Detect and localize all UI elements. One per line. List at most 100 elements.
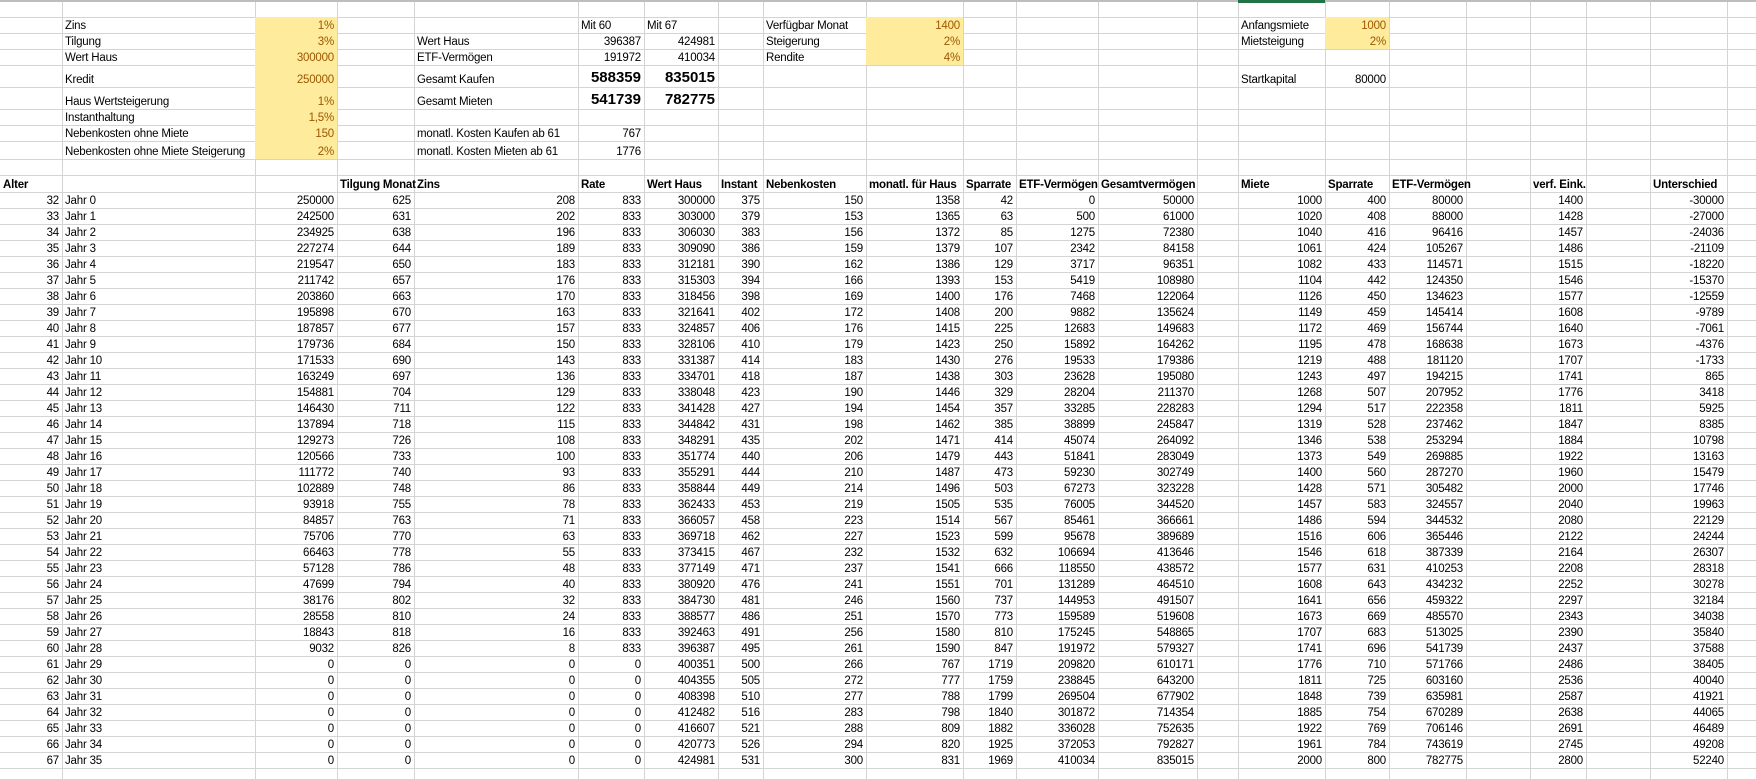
cell-nebenkosten[interactable]: 159: [763, 240, 866, 256]
cell-kredit[interactable]: 0: [255, 736, 337, 752]
cell-nebenkosten[interactable]: 241: [763, 576, 866, 592]
cell-monatl-fuer-haus[interactable]: 1393: [866, 272, 963, 288]
cell-sparrate-kaufen[interactable]: 1969: [963, 752, 1016, 768]
cell-tilgung-monat[interactable]: 740: [337, 464, 414, 480]
cell-verf-eink[interactable]: 2122: [1530, 528, 1586, 544]
cell-etf-vermoegen-kaufen[interactable]: 269504: [1016, 688, 1098, 704]
cell-sparrate-mieten[interactable]: 528: [1325, 416, 1389, 432]
cell-miete[interactable]: 1641: [1238, 592, 1325, 608]
cell-sparrate-kaufen[interactable]: 107: [963, 240, 1016, 256]
cell-etf-vermoegen-kaufen[interactable]: 85461: [1016, 512, 1098, 528]
cell-kredit[interactable]: 38176: [255, 592, 337, 608]
cell-unterschied[interactable]: 22129: [1650, 512, 1727, 528]
cell-miete[interactable]: 1885: [1238, 704, 1325, 720]
cell-etf-vermoegen-kaufen[interactable]: 9882: [1016, 304, 1098, 320]
cell-nebenkosten[interactable]: 162: [763, 256, 866, 272]
cell-etf-vermoegen-kaufen[interactable]: 209820: [1016, 656, 1098, 672]
cell-gesamtvermoegen[interactable]: 179386: [1098, 352, 1197, 368]
cell-zins[interactable]: 176: [414, 272, 578, 288]
cell-sparrate-mieten[interactable]: 710: [1325, 656, 1389, 672]
cell-wert-haus[interactable]: 377149: [644, 560, 718, 576]
cell-zins[interactable]: 108: [414, 432, 578, 448]
cell-sparrate-mieten[interactable]: 560: [1325, 464, 1389, 480]
cell-kredit[interactable]: 0: [255, 688, 337, 704]
cell-verf-eink[interactable]: 1608: [1530, 304, 1586, 320]
cell-sparrate-mieten[interactable]: 549: [1325, 448, 1389, 464]
cell-etf-vermoegen-kaufen[interactable]: 3717: [1016, 256, 1098, 272]
cell-wert-haus[interactable]: 420773: [644, 736, 718, 752]
cell-nebenkosten[interactable]: 210: [763, 464, 866, 480]
summary-gesamt-kaufen-60[interactable]: 588359: [578, 65, 644, 87]
cell-monatl-fuer-haus[interactable]: 1560: [866, 592, 963, 608]
cell-unterschied[interactable]: 28318: [1650, 560, 1727, 576]
cell-rate[interactable]: 833: [578, 464, 644, 480]
cell-miete[interactable]: 1126: [1238, 288, 1325, 304]
cell-tilgung-monat[interactable]: 684: [337, 336, 414, 352]
cell-miete[interactable]: 1040: [1238, 224, 1325, 240]
cell-monatl-fuer-haus[interactable]: 1365: [866, 208, 963, 224]
cell-sparrate-kaufen[interactable]: 329: [963, 384, 1016, 400]
cell-alter[interactable]: 64: [0, 704, 62, 720]
cell-sparrate-mieten[interactable]: 683: [1325, 624, 1389, 640]
cell-instant[interactable]: 435: [718, 432, 763, 448]
cell-miete[interactable]: 1961: [1238, 736, 1325, 752]
cell-miete[interactable]: 1268: [1238, 384, 1325, 400]
cell-sparrate-mieten[interactable]: 442: [1325, 272, 1389, 288]
cell-instant[interactable]: 491: [718, 624, 763, 640]
cell-etf-vermoegen-mieten[interactable]: 237462: [1389, 416, 1466, 432]
cell-jahr[interactable]: Jahr 22: [62, 544, 255, 560]
cell-verf-eink[interactable]: 1546: [1530, 272, 1586, 288]
cell-miete[interactable]: 1219: [1238, 352, 1325, 368]
cell-zins[interactable]: 196: [414, 224, 578, 240]
cell-rate[interactable]: 833: [578, 608, 644, 624]
cell-etf-vermoegen-kaufen[interactable]: 28204: [1016, 384, 1098, 400]
cell-zins[interactable]: 115: [414, 416, 578, 432]
cell-sparrate-kaufen[interactable]: 63: [963, 208, 1016, 224]
cell-wert-haus[interactable]: 312181: [644, 256, 718, 272]
cell-sparrate-kaufen[interactable]: 85: [963, 224, 1016, 240]
cell-sparrate-kaufen[interactable]: 632: [963, 544, 1016, 560]
cell-gesamtvermoegen[interactable]: 164262: [1098, 336, 1197, 352]
input-rendite[interactable]: 4%: [866, 49, 963, 65]
cell-verf-eink[interactable]: 1847: [1530, 416, 1586, 432]
cell-gesamtvermoegen[interactable]: 122064: [1098, 288, 1197, 304]
cell-unterschied[interactable]: 24244: [1650, 528, 1727, 544]
cell-monatl-fuer-haus[interactable]: 820: [866, 736, 963, 752]
cell-sparrate-mieten[interactable]: 583: [1325, 496, 1389, 512]
cell-monatl-fuer-haus[interactable]: 1541: [866, 560, 963, 576]
cell-verf-eink[interactable]: 1428: [1530, 208, 1586, 224]
cell-miete[interactable]: 1195: [1238, 336, 1325, 352]
label-tilgung[interactable]: Tilgung: [62, 33, 255, 49]
cell-tilgung-monat[interactable]: 644: [337, 240, 414, 256]
cell-kredit[interactable]: 84857: [255, 512, 337, 528]
cell-nebenkosten[interactable]: 283: [763, 704, 866, 720]
cell-etf-vermoegen-mieten[interactable]: 743619: [1389, 736, 1466, 752]
cell-sparrate-kaufen[interactable]: 200: [963, 304, 1016, 320]
cell-instant[interactable]: 423: [718, 384, 763, 400]
cell-nebenkosten[interactable]: 198: [763, 416, 866, 432]
cell-sparrate-kaufen[interactable]: 666: [963, 560, 1016, 576]
cell-gesamtvermoegen[interactable]: 389689: [1098, 528, 1197, 544]
cell-wert-haus[interactable]: 373415: [644, 544, 718, 560]
cell-instant[interactable]: 471: [718, 560, 763, 576]
cell-miete[interactable]: 1707: [1238, 624, 1325, 640]
label-startkapital[interactable]: Startkapital: [1238, 65, 1325, 87]
cell-zins[interactable]: 8: [414, 640, 578, 656]
cell-miete[interactable]: 1020: [1238, 208, 1325, 224]
cell-monatl-fuer-haus[interactable]: 1379: [866, 240, 963, 256]
cell-kredit[interactable]: 28558: [255, 608, 337, 624]
cell-unterschied[interactable]: 41921: [1650, 688, 1727, 704]
cell-nebenkosten[interactable]: 237: [763, 560, 866, 576]
cell-unterschied[interactable]: -7061: [1650, 320, 1727, 336]
cell-instant[interactable]: 481: [718, 592, 763, 608]
cell-etf-vermoegen-mieten[interactable]: 513025: [1389, 624, 1466, 640]
cell-etf-vermoegen-kaufen[interactable]: 33285: [1016, 400, 1098, 416]
cell-etf-vermoegen-mieten[interactable]: 124350: [1389, 272, 1466, 288]
cell-sparrate-mieten[interactable]: 478: [1325, 336, 1389, 352]
cell-unterschied[interactable]: 30278: [1650, 576, 1727, 592]
cell-etf-vermoegen-mieten[interactable]: 485570: [1389, 608, 1466, 624]
cell-nebenkosten[interactable]: 150: [763, 192, 866, 208]
cell-gesamtvermoegen[interactable]: 283049: [1098, 448, 1197, 464]
cell-wert-haus[interactable]: 315303: [644, 272, 718, 288]
cell-tilgung-monat[interactable]: 755: [337, 496, 414, 512]
